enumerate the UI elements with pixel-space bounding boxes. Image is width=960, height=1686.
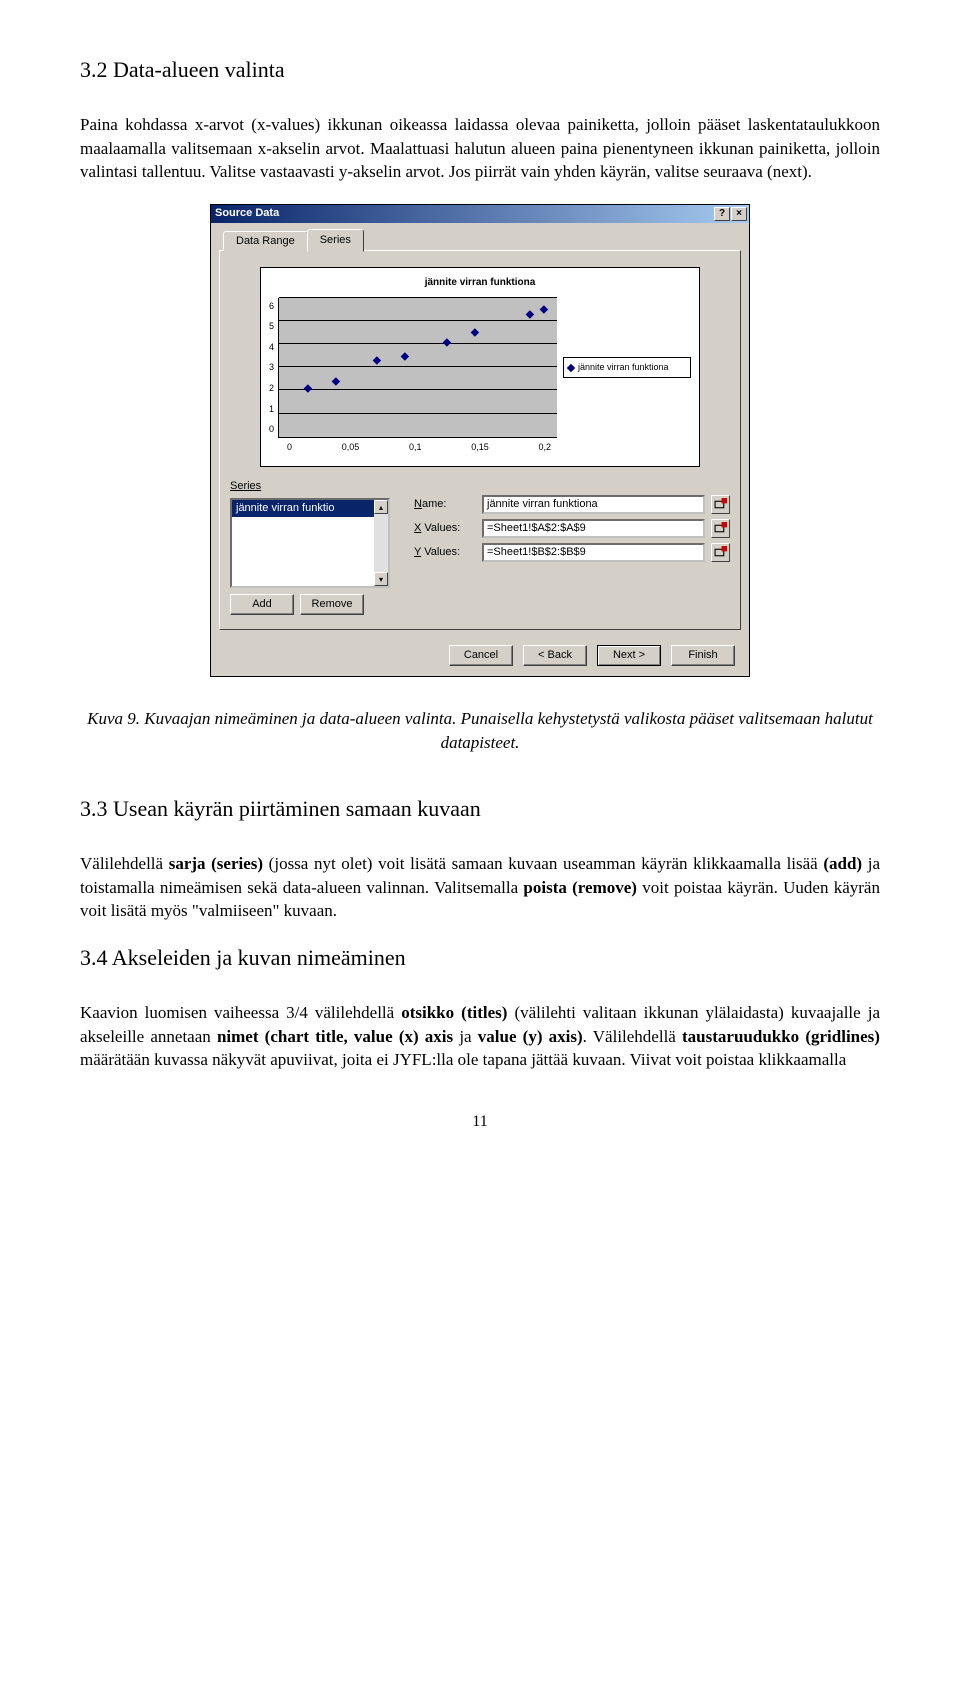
yvalues-input[interactable]: =Sheet1!$B$2:$B$9 xyxy=(482,543,705,562)
dialog-titlebar: Source Data ? × xyxy=(211,205,749,223)
tab-series[interactable]: Series xyxy=(307,229,364,252)
xvalues-field-label: X Values: xyxy=(414,521,476,536)
range-picker-x-icon[interactable] xyxy=(711,519,730,538)
cancel-button[interactable]: Cancel xyxy=(449,645,513,666)
section-3-3-paragraph: Välilehdellä sarja (series) (jossa nyt o… xyxy=(80,852,880,922)
name-input[interactable]: jännite virran funktiona xyxy=(482,495,705,514)
legend-swatch-icon xyxy=(567,363,575,371)
scroll-down-icon[interactable]: ▾ xyxy=(374,572,388,586)
series-label: Series xyxy=(230,479,400,494)
chart-title: jännite virran funktiona xyxy=(269,276,691,290)
legend-label: jännite virran funktiona xyxy=(578,361,669,373)
next-button[interactable]: Next > xyxy=(597,645,661,666)
add-button[interactable]: Add xyxy=(230,594,294,615)
finish-button[interactable]: Finish xyxy=(671,645,735,666)
section-3-2-paragraph: Paina kohdassa x-arvot (x-values) ikkuna… xyxy=(80,113,880,183)
xvalues-input[interactable]: =Sheet1!$A$2:$A$9 xyxy=(482,519,705,538)
x-tick-labels: 0 0,05 0,1 0,15 0,2 xyxy=(287,438,551,453)
chart-preview: jännite virran funktiona 6 5 4 3 2 1 0 xyxy=(260,267,700,467)
range-picker-name-icon[interactable] xyxy=(711,495,730,514)
yvalues-field-label: Y Values: xyxy=(414,545,476,560)
back-button[interactable]: < Back xyxy=(523,645,587,666)
page-number: 11 xyxy=(80,1111,880,1133)
series-listbox[interactable]: jännite virran funktio ▴ ▾ xyxy=(230,498,390,588)
chart-legend: jännite virran funktiona xyxy=(563,357,691,377)
section-3-4-paragraph: Kaavion luomisen vaiheessa 3/4 välilehde… xyxy=(80,1001,880,1071)
close-button[interactable]: × xyxy=(731,207,747,221)
tab-data-range[interactable]: Data Range xyxy=(223,231,308,251)
section-3-4-heading: 3.4 Akseleiden ja kuvan nimeäminen xyxy=(80,943,880,973)
dialog-title: Source Data xyxy=(215,206,279,221)
figure-9-caption: Kuva 9. Kuvaajan nimeäminen ja data-alue… xyxy=(80,707,880,754)
section-3-3-heading: 3.3 Usean käyrän piirtäminen samaan kuva… xyxy=(80,794,880,824)
tab-panel-series: jännite virran funktiona 6 5 4 3 2 1 0 xyxy=(219,250,741,630)
name-field-label: Name: xyxy=(414,497,476,512)
y-tick-labels: 6 5 4 3 2 1 0 xyxy=(269,298,274,438)
help-button[interactable]: ? xyxy=(714,207,730,221)
scroll-up-icon[interactable]: ▴ xyxy=(374,500,388,514)
section-3-2-heading: 3.2 Data-alueen valinta xyxy=(80,55,880,85)
plot-area xyxy=(278,298,557,438)
remove-button[interactable]: Remove xyxy=(300,594,364,615)
range-picker-y-icon[interactable] xyxy=(711,543,730,562)
scrollbar[interactable]: ▴ ▾ xyxy=(374,500,388,586)
series-list-item[interactable]: jännite virran funktio xyxy=(232,500,388,517)
source-data-dialog: Source Data ? × Data Range Series jännit… xyxy=(210,204,750,677)
